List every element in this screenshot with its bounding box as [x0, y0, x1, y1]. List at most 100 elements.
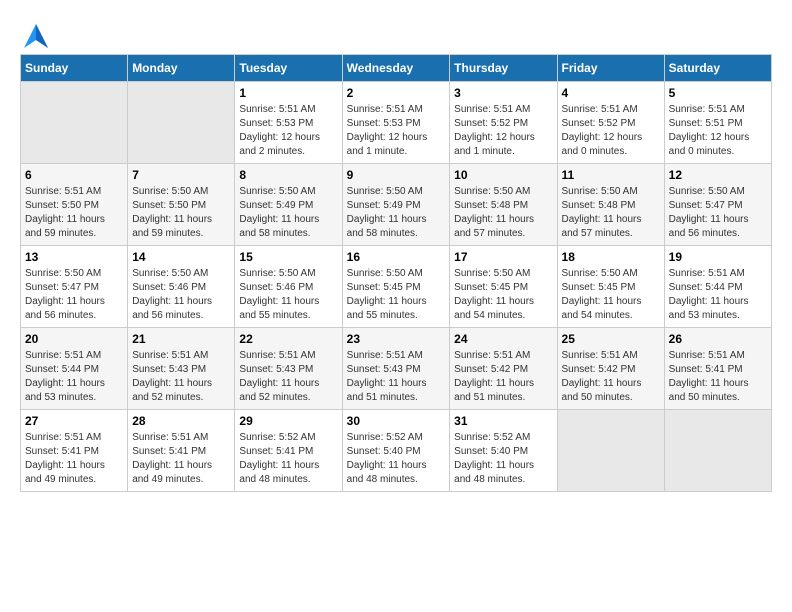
day-number: 20	[25, 332, 123, 346]
calendar-cell: 27 Sunrise: 5:51 AM Sunset: 5:41 PM Dayl…	[21, 410, 128, 492]
sunrise-text: Sunrise: 5:50 AM	[347, 185, 446, 199]
sunrise-text: Sunrise: 5:51 AM	[25, 185, 123, 199]
sunset-text: Sunset: 5:41 PM	[239, 445, 337, 459]
sunset-text: Sunset: 5:44 PM	[669, 281, 767, 295]
sunrise-text: Sunrise: 5:51 AM	[454, 349, 552, 363]
calendar-cell: 3 Sunrise: 5:51 AM Sunset: 5:52 PM Dayli…	[450, 82, 557, 164]
sunset-text: Sunset: 5:45 PM	[454, 281, 552, 295]
sunrise-text: Sunrise: 5:51 AM	[347, 103, 446, 117]
sunset-text: Sunset: 5:44 PM	[25, 363, 123, 377]
day-number: 8	[239, 168, 337, 182]
day-number: 24	[454, 332, 552, 346]
sunrise-text: Sunrise: 5:50 AM	[25, 267, 123, 281]
day-info: Sunrise: 5:50 AM Sunset: 5:48 PM Dayligh…	[454, 185, 552, 241]
day-info: Sunrise: 5:51 AM Sunset: 5:51 PM Dayligh…	[669, 103, 767, 159]
daylight-text: Daylight: 11 hours and 48 minutes.	[239, 459, 337, 487]
day-info: Sunrise: 5:51 AM Sunset: 5:41 PM Dayligh…	[25, 431, 123, 487]
day-number: 28	[132, 414, 230, 428]
day-number: 29	[239, 414, 337, 428]
sunset-text: Sunset: 5:49 PM	[239, 199, 337, 213]
day-number: 23	[347, 332, 446, 346]
day-number: 19	[669, 250, 767, 264]
sunrise-text: Sunrise: 5:50 AM	[562, 185, 660, 199]
calendar-cell: 15 Sunrise: 5:50 AM Sunset: 5:46 PM Dayl…	[235, 246, 342, 328]
sunrise-text: Sunrise: 5:51 AM	[25, 431, 123, 445]
sunset-text: Sunset: 5:43 PM	[347, 363, 446, 377]
daylight-text: Daylight: 12 hours and 0 minutes.	[562, 131, 660, 159]
day-info: Sunrise: 5:51 AM Sunset: 5:41 PM Dayligh…	[132, 431, 230, 487]
day-info: Sunrise: 5:51 AM Sunset: 5:44 PM Dayligh…	[25, 349, 123, 405]
day-info: Sunrise: 5:50 AM Sunset: 5:50 PM Dayligh…	[132, 185, 230, 241]
daylight-text: Daylight: 11 hours and 53 minutes.	[25, 377, 123, 405]
day-number: 7	[132, 168, 230, 182]
weekday-header-tuesday: Tuesday	[235, 55, 342, 82]
day-number: 27	[25, 414, 123, 428]
calendar-cell: 16 Sunrise: 5:50 AM Sunset: 5:45 PM Dayl…	[342, 246, 450, 328]
daylight-text: Daylight: 12 hours and 1 minute.	[454, 131, 552, 159]
day-info: Sunrise: 5:50 AM Sunset: 5:46 PM Dayligh…	[132, 267, 230, 323]
page-header	[20, 20, 772, 44]
daylight-text: Daylight: 11 hours and 49 minutes.	[25, 459, 123, 487]
daylight-text: Daylight: 11 hours and 53 minutes.	[669, 295, 767, 323]
day-number: 9	[347, 168, 446, 182]
calendar-cell: 20 Sunrise: 5:51 AM Sunset: 5:44 PM Dayl…	[21, 328, 128, 410]
logo	[20, 20, 48, 44]
sunrise-text: Sunrise: 5:50 AM	[454, 185, 552, 199]
day-number: 21	[132, 332, 230, 346]
day-number: 12	[669, 168, 767, 182]
day-number: 1	[239, 86, 337, 100]
calendar-cell: 10 Sunrise: 5:50 AM Sunset: 5:48 PM Dayl…	[450, 164, 557, 246]
sunrise-text: Sunrise: 5:51 AM	[669, 267, 767, 281]
daylight-text: Daylight: 11 hours and 54 minutes.	[454, 295, 552, 323]
calendar-cell: 25 Sunrise: 5:51 AM Sunset: 5:42 PM Dayl…	[557, 328, 664, 410]
calendar-cell: 12 Sunrise: 5:50 AM Sunset: 5:47 PM Dayl…	[664, 164, 771, 246]
day-info: Sunrise: 5:50 AM Sunset: 5:46 PM Dayligh…	[239, 267, 337, 323]
day-info: Sunrise: 5:50 AM Sunset: 5:47 PM Dayligh…	[25, 267, 123, 323]
sunset-text: Sunset: 5:53 PM	[347, 117, 446, 131]
sunset-text: Sunset: 5:41 PM	[669, 363, 767, 377]
day-info: Sunrise: 5:51 AM Sunset: 5:43 PM Dayligh…	[239, 349, 337, 405]
sunrise-text: Sunrise: 5:50 AM	[132, 267, 230, 281]
sunset-text: Sunset: 5:40 PM	[454, 445, 552, 459]
sunset-text: Sunset: 5:50 PM	[132, 199, 230, 213]
sunset-text: Sunset: 5:42 PM	[454, 363, 552, 377]
calendar-cell: 7 Sunrise: 5:50 AM Sunset: 5:50 PM Dayli…	[128, 164, 235, 246]
calendar-cell: 23 Sunrise: 5:51 AM Sunset: 5:43 PM Dayl…	[342, 328, 450, 410]
day-number: 5	[669, 86, 767, 100]
day-info: Sunrise: 5:51 AM Sunset: 5:42 PM Dayligh…	[562, 349, 660, 405]
daylight-text: Daylight: 11 hours and 55 minutes.	[239, 295, 337, 323]
calendar-cell: 9 Sunrise: 5:50 AM Sunset: 5:49 PM Dayli…	[342, 164, 450, 246]
weekday-header-wednesday: Wednesday	[342, 55, 450, 82]
day-number: 17	[454, 250, 552, 264]
day-info: Sunrise: 5:51 AM Sunset: 5:44 PM Dayligh…	[669, 267, 767, 323]
sunset-text: Sunset: 5:47 PM	[25, 281, 123, 295]
weekday-header-sunday: Sunday	[21, 55, 128, 82]
sunrise-text: Sunrise: 5:50 AM	[454, 267, 552, 281]
daylight-text: Daylight: 11 hours and 56 minutes.	[132, 295, 230, 323]
weekday-header-saturday: Saturday	[664, 55, 771, 82]
sunset-text: Sunset: 5:49 PM	[347, 199, 446, 213]
day-info: Sunrise: 5:50 AM Sunset: 5:45 PM Dayligh…	[347, 267, 446, 323]
daylight-text: Daylight: 11 hours and 56 minutes.	[669, 213, 767, 241]
day-number: 15	[239, 250, 337, 264]
daylight-text: Daylight: 11 hours and 49 minutes.	[132, 459, 230, 487]
sunset-text: Sunset: 5:50 PM	[25, 199, 123, 213]
calendar-cell	[664, 410, 771, 492]
daylight-text: Daylight: 11 hours and 50 minutes.	[669, 377, 767, 405]
day-info: Sunrise: 5:52 AM Sunset: 5:40 PM Dayligh…	[347, 431, 446, 487]
calendar-cell: 22 Sunrise: 5:51 AM Sunset: 5:43 PM Dayl…	[235, 328, 342, 410]
sunset-text: Sunset: 5:52 PM	[454, 117, 552, 131]
daylight-text: Daylight: 11 hours and 58 minutes.	[347, 213, 446, 241]
day-number: 13	[25, 250, 123, 264]
calendar-header: SundayMondayTuesdayWednesdayThursdayFrid…	[21, 55, 772, 82]
sunrise-text: Sunrise: 5:50 AM	[239, 267, 337, 281]
daylight-text: Daylight: 11 hours and 54 minutes.	[562, 295, 660, 323]
calendar-cell: 4 Sunrise: 5:51 AM Sunset: 5:52 PM Dayli…	[557, 82, 664, 164]
sunrise-text: Sunrise: 5:51 AM	[239, 103, 337, 117]
sunrise-text: Sunrise: 5:51 AM	[562, 103, 660, 117]
day-info: Sunrise: 5:50 AM Sunset: 5:47 PM Dayligh…	[669, 185, 767, 241]
sunrise-text: Sunrise: 5:51 AM	[562, 349, 660, 363]
calendar-cell: 30 Sunrise: 5:52 AM Sunset: 5:40 PM Dayl…	[342, 410, 450, 492]
daylight-text: Daylight: 11 hours and 57 minutes.	[454, 213, 552, 241]
calendar-table: SundayMondayTuesdayWednesdayThursdayFrid…	[20, 54, 772, 492]
